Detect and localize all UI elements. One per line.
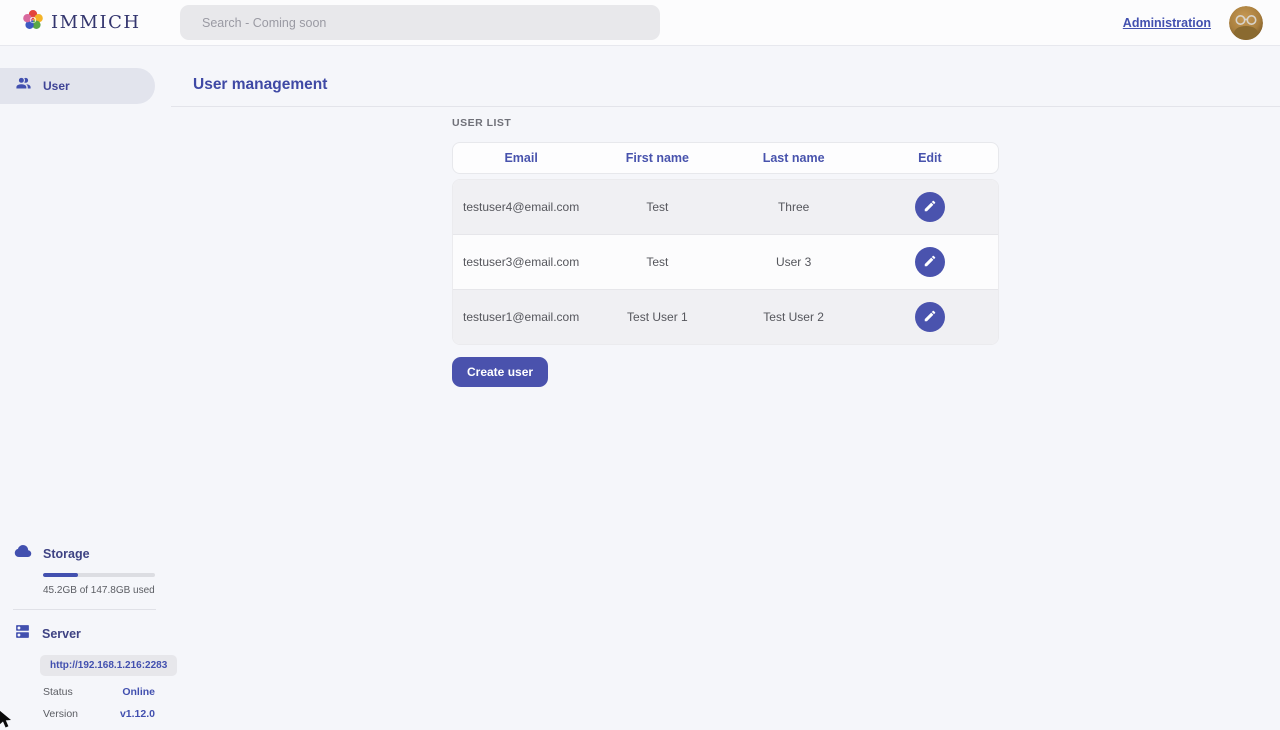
page-title: User management [193,76,327,94]
top-bar: IMMICH Administration [0,0,1280,46]
column-header-edit: Edit [862,151,998,165]
storage-progress-fill [43,573,78,577]
pencil-icon [923,254,937,271]
sidebar-item-label: User [43,79,70,93]
server-title: Server [42,627,81,641]
pencil-icon [923,199,937,216]
column-header-first-name: First name [589,151,725,165]
user-list-label: USER LIST [452,117,511,129]
main-content: User management USER LIST Email First na… [170,46,1280,730]
table-row: testuser1@email.comTest User 1Test User … [453,290,998,344]
cell-last-name: Three [726,200,862,214]
sidebar-item-user[interactable]: User [0,68,155,104]
cell-last-name: Test User 2 [726,310,862,324]
user-table-rows: testuser4@email.comTestThreetestuser3@em… [452,179,999,345]
cell-first-name: Test User 1 [589,310,725,324]
immich-flower-icon [22,9,44,36]
table-row: testuser4@email.comTestThree [453,180,998,235]
column-header-last-name: Last name [726,151,862,165]
users-icon [15,75,32,97]
sidebar: User Storage 45.2GB of 147.8GB used Serv… [0,46,170,730]
app-logo[interactable]: IMMICH [22,9,141,36]
cell-first-name: Test [589,200,725,214]
app-title: IMMICH [51,12,141,33]
edit-user-button[interactable] [915,302,945,332]
table-row: testuser3@email.comTestUser 3 [453,235,998,290]
title-divider [171,106,1280,107]
server-status-label: Status [43,686,73,698]
storage-title: Storage [43,547,90,561]
cell-email: testuser3@email.com [453,255,589,269]
storage-progress-bar [43,573,155,577]
cell-email: testuser1@email.com [453,310,589,324]
server-version-value: v1.12.0 [120,708,155,720]
cell-first-name: Test [589,255,725,269]
cell-email: testuser4@email.com [453,200,589,214]
administration-link[interactable]: Administration [1123,16,1211,30]
create-user-button[interactable]: Create user [452,357,548,387]
cell-edit [862,192,998,222]
search-input[interactable] [180,5,660,40]
server-icon [14,623,31,645]
column-header-email: Email [453,151,589,165]
pencil-icon [923,309,937,326]
sidebar-divider [13,609,156,610]
server-status-value: Online [122,686,155,698]
storage-usage-text: 45.2GB of 147.8GB used [43,585,170,596]
cell-last-name: User 3 [726,255,862,269]
user-avatar[interactable] [1229,6,1263,40]
cell-edit [862,302,998,332]
user-table-header: Email First name Last name Edit [452,142,999,174]
edit-user-button[interactable] [915,192,945,222]
server-version-label: Version [43,708,78,720]
cell-edit [862,247,998,277]
server-url-badge: http://192.168.1.216:2283 [40,655,177,676]
cloud-icon [14,542,32,565]
edit-user-button[interactable] [915,247,945,277]
